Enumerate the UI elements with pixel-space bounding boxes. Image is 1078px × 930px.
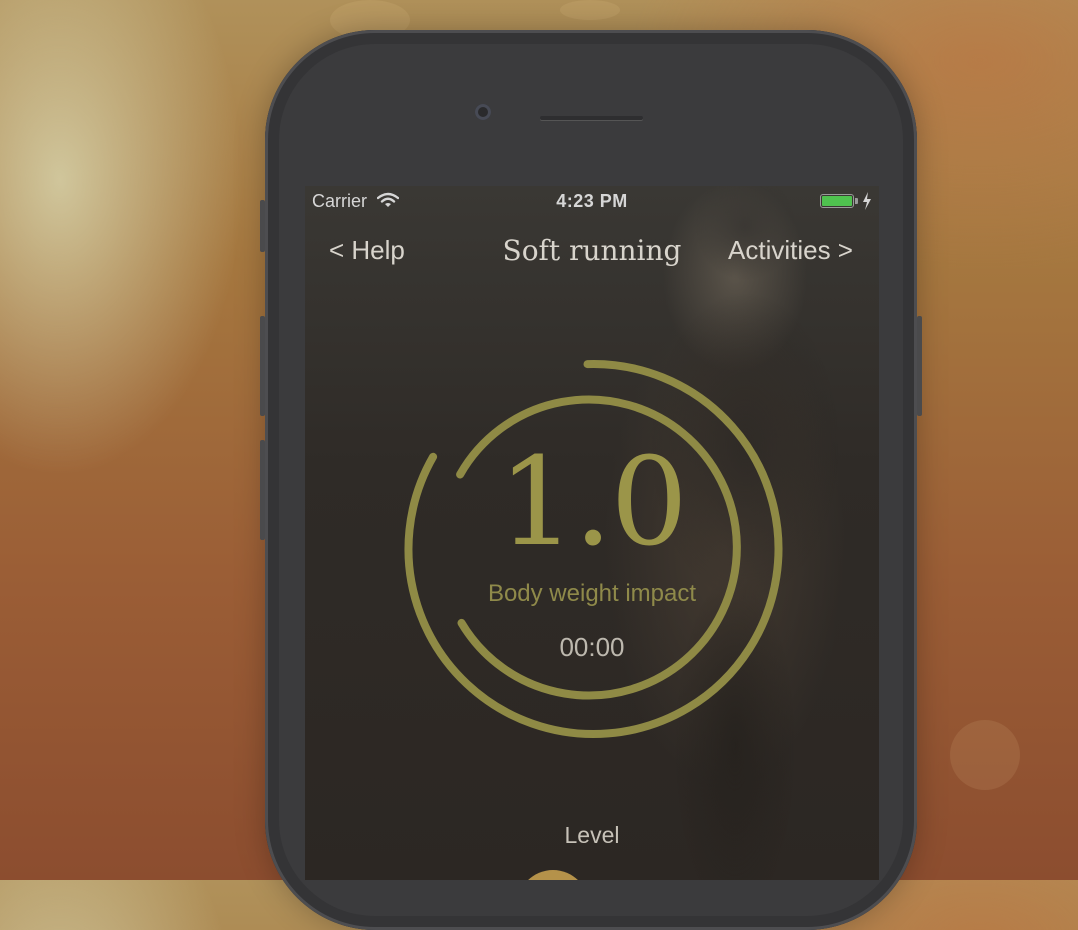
impact-value: 1.0 [497,431,688,573]
background-bokeh [560,0,620,20]
volume-up-button [260,316,265,416]
power-button [917,316,922,416]
background-bokeh [950,720,1020,790]
level-label: Level [564,822,620,848]
volume-down-button [260,440,265,540]
impact-caption: Body weight impact [487,580,697,607]
elapsed-timer: 00:00 [559,632,625,662]
front-camera [475,104,491,120]
earpiece-speaker [540,116,643,120]
app-screen: Carrier 4:23 PM < Help Soft running Acti… [305,186,879,880]
mute-switch [260,200,265,252]
